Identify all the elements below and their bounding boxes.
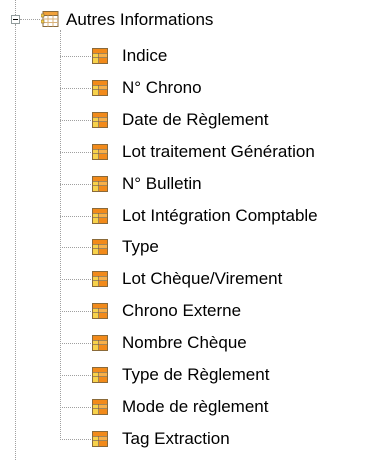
tree-item[interactable]: Lot Intégration Comptable (0, 200, 368, 232)
tree-item-label: Tag Extraction (122, 428, 230, 448)
field-icon (92, 271, 108, 288)
collapse-toggle-icon[interactable] (11, 15, 20, 24)
table-grid-icon (41, 11, 59, 29)
tree-connector-item (60, 151, 91, 153)
tree-item-label: Lot Chèque/Virement (122, 269, 283, 289)
tree-item[interactable]: Nombre Chèque (0, 327, 368, 359)
tree-item-label: Indice (122, 46, 168, 65)
tree-connector-item (60, 183, 91, 185)
field-icon (92, 430, 108, 447)
field-icon (92, 143, 108, 160)
field-icon (92, 239, 108, 256)
tree-node-autres-informations[interactable]: Autres Informations (64, 9, 215, 31)
tree-item[interactable]: Mode de règlement (0, 391, 368, 423)
tree-item[interactable]: N° Chrono (0, 72, 368, 104)
tree-view: Autres Informations Indice N° Chrono Date … (0, 0, 368, 460)
field-icon (92, 367, 108, 383)
tree-connector-item (60, 56, 91, 57)
field-icon (92, 207, 108, 224)
tree-item-label: Date de Règlement (122, 109, 269, 129)
tree-item-label: Lot traitement Génération (122, 141, 315, 161)
tree-item-label: Type (122, 237, 159, 257)
tree-item-label: N° Chrono (122, 77, 202, 97)
tree-item-label: Nombre Chèque (122, 333, 247, 353)
tree-item[interactable]: Tag Extraction (0, 423, 368, 455)
tree-item[interactable]: N° Bulletin (0, 168, 368, 200)
tree-connector-root (15, 0, 16, 15)
tree-item-label: Mode de règlement (122, 396, 269, 416)
tree-item[interactable]: Lot traitement Génération (0, 136, 368, 168)
tree-item[interactable]: Indice (0, 40, 368, 72)
tree-connector-item (60, 343, 91, 345)
field-icon (92, 48, 108, 64)
field-icon (92, 175, 108, 192)
tree-connector-item (60, 279, 91, 281)
tree-connector-parent (20, 19, 40, 20)
tree-connector-item (60, 438, 91, 440)
tree-item-label: N° Bulletin (122, 173, 202, 193)
field-icon (92, 79, 108, 96)
tree-item-label: Chrono Externe (122, 301, 242, 321)
field-icon (92, 398, 108, 415)
tree-item[interactable]: Type (0, 231, 368, 263)
tree-connector-item (60, 87, 91, 89)
field-icon (92, 303, 108, 320)
tree-connector-item (60, 247, 91, 249)
tree-connector-item (60, 311, 91, 313)
tree-connector-item (60, 375, 91, 376)
tree-item[interactable]: Lot Chèque/Virement (0, 263, 368, 295)
tree-item-label: Type de Règlement (122, 365, 270, 384)
tree-connector-item (60, 119, 91, 121)
tree-item[interactable]: Type de Règlement (0, 359, 368, 391)
tree-item[interactable]: Chrono Externe (0, 295, 368, 327)
tree-item-label: Lot Intégration Comptable (122, 205, 318, 225)
tree-connector-item (60, 215, 91, 217)
tree-item[interactable]: Date de Règlement (0, 104, 368, 136)
field-icon (92, 111, 108, 128)
field-icon (92, 335, 108, 352)
tree-connector-item (60, 406, 91, 408)
